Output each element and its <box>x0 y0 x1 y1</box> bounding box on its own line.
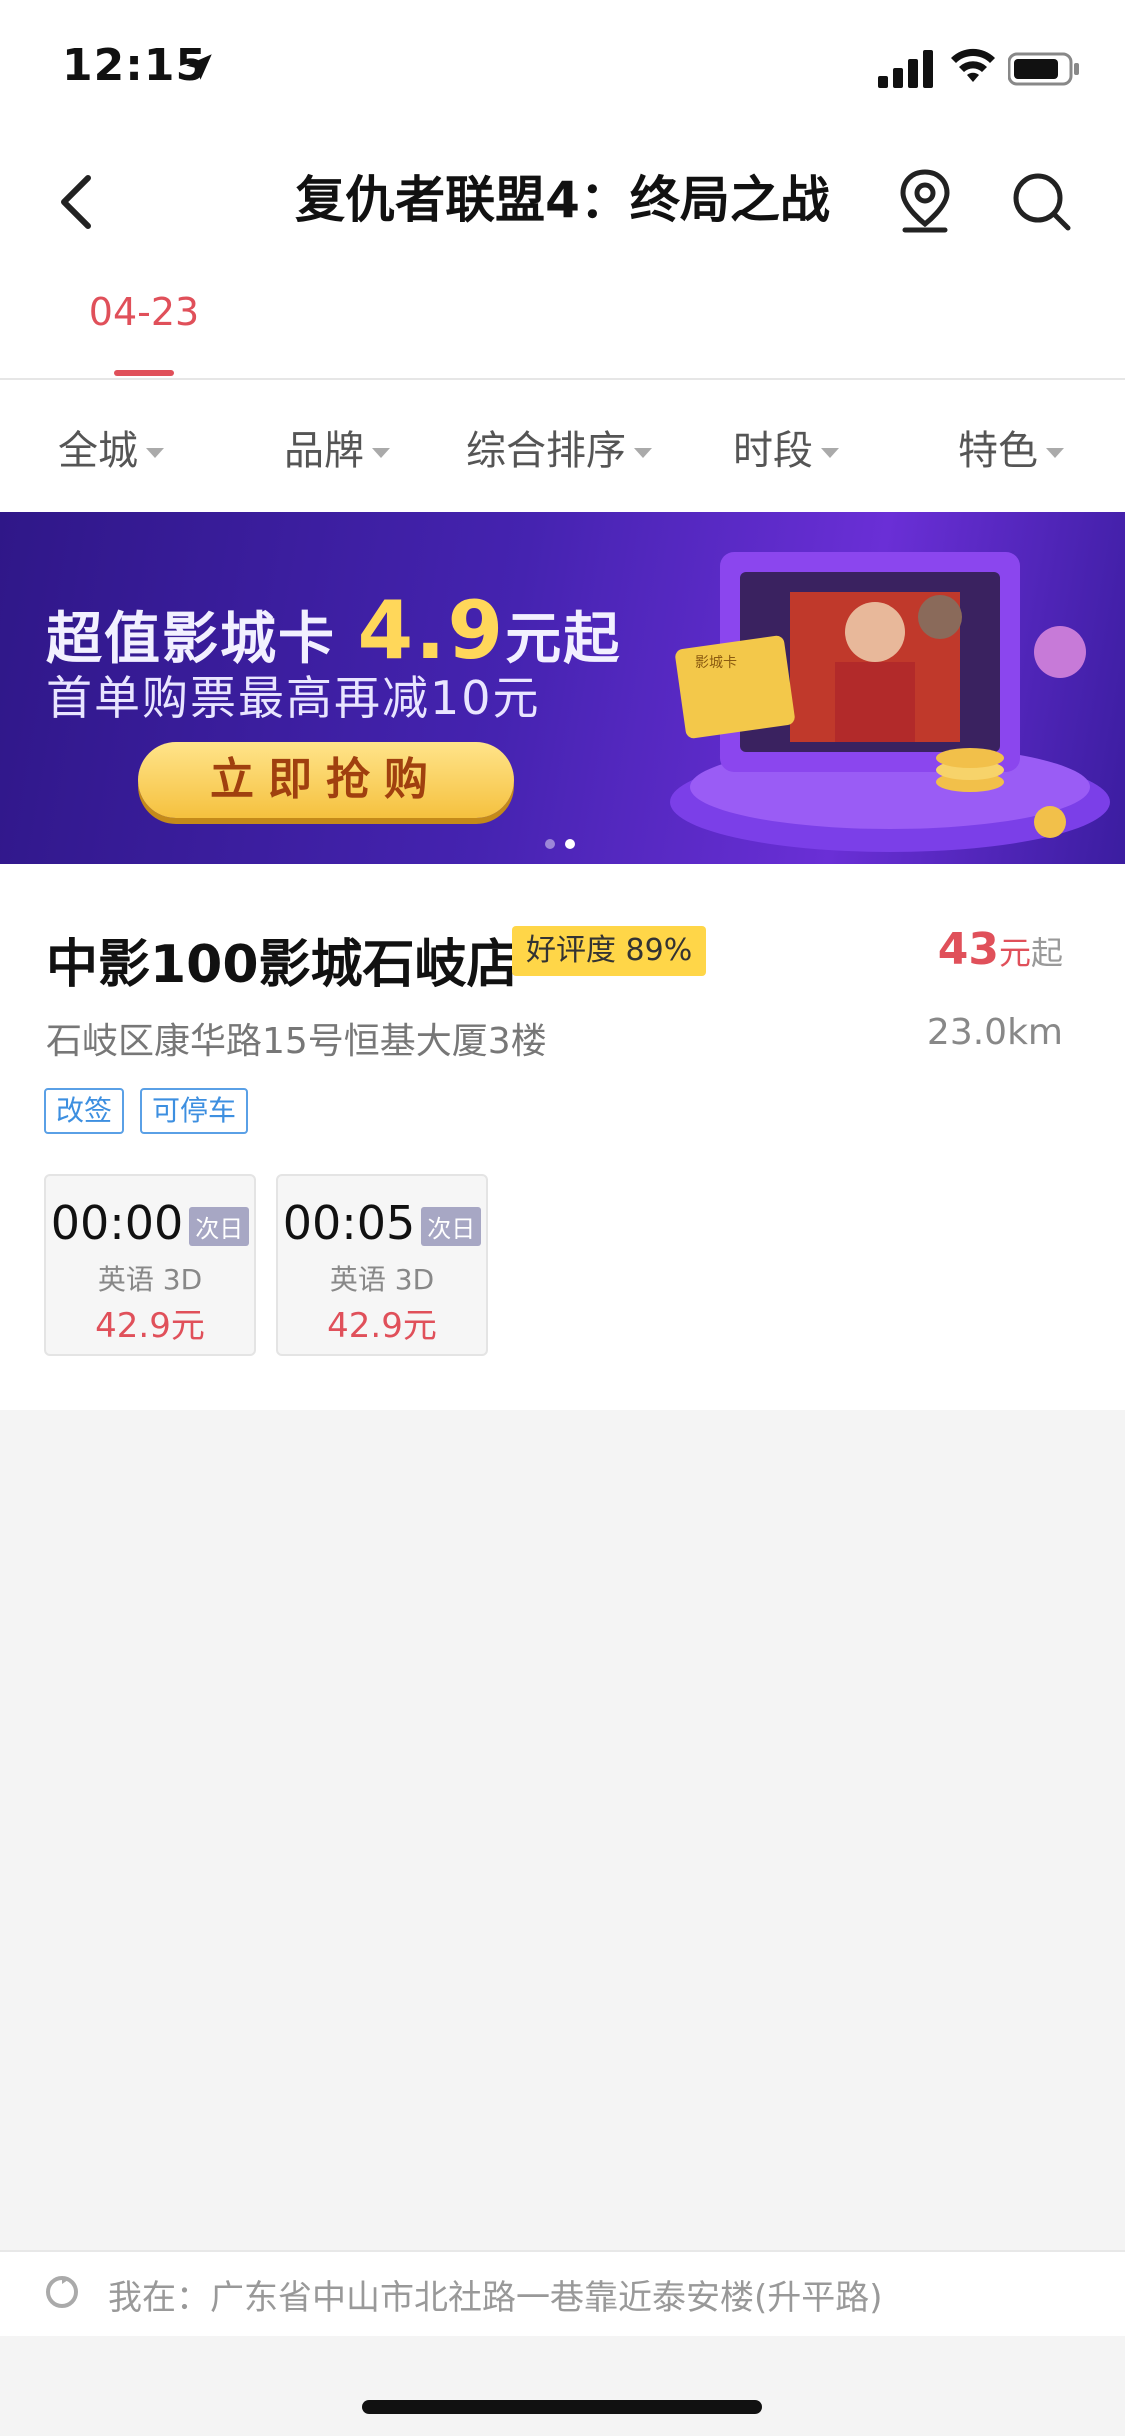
banner-buy-button[interactable]: 立即抢购 <box>138 742 514 818</box>
filter-feature-label: 特色 <box>958 428 1038 474</box>
tab-date[interactable]: 04-23 <box>84 290 204 334</box>
showtime-time-row: 00:00 次日 <box>46 1196 254 1250</box>
cinema-item[interactable]: 中影100影城石岐店 好评度 89% 43元起 石岐区康华路15号恒基大厦3楼 … <box>0 864 1125 1410</box>
cinema-distance: 23.0km <box>926 1012 1063 1053</box>
filter-bar: 全城 品牌 综合排序 时段 特色 <box>0 380 1125 510</box>
rating-badge: 好评度 89% <box>512 926 707 976</box>
filter-city-label: 全城 <box>58 428 138 474</box>
showtime-language: 英语 3D <box>97 1263 203 1296</box>
next-day-badge: 次日 <box>421 1207 482 1246</box>
filter-timeslot[interactable]: 时段 <box>733 418 839 476</box>
showtime-price: 42.9元 <box>327 1306 437 1346</box>
current-location-text: 我在：广东省中山市北社路一巷靠近泰安楼(升平路) <box>108 2278 883 2318</box>
filter-feature[interactable]: 特色 <box>958 418 1064 476</box>
tag-parking: 可停车 <box>140 1088 249 1134</box>
nav-bar: 复仇者联盟4：终局之战 <box>0 150 1125 250</box>
home-indicator[interactable] <box>362 2400 762 2414</box>
filter-brand[interactable]: 品牌 <box>284 418 390 476</box>
search-icon[interactable] <box>1010 170 1074 234</box>
caret-down-icon <box>146 448 164 458</box>
refresh-icon[interactable] <box>42 2272 82 2312</box>
current-location-bar[interactable]: 我在：广东省中山市北社路一巷靠近泰安楼(升平路) <box>0 2250 1125 2336</box>
pager-dot-active <box>565 839 575 849</box>
cinema-address: 石岐区康华路15号恒基大厦3楼 <box>46 1021 547 1062</box>
filter-city[interactable]: 全城 <box>58 418 164 476</box>
wifi-icon <box>951 48 995 82</box>
cinema-name: 中影100影城石岐店 <box>46 935 519 995</box>
showtime-price: 42.9元 <box>95 1306 205 1346</box>
card-label: 影城卡 <box>695 655 737 671</box>
caret-down-icon <box>821 448 839 458</box>
showtime-time: 00:05 <box>282 1196 416 1250</box>
cinema-min-price: 43元起 <box>938 924 1063 975</box>
showtime-card[interactable]: 00:00 次日 英语 3D 42.9元 <box>44 1174 256 1356</box>
next-day-badge: 次日 <box>189 1207 250 1246</box>
showtime-language: 英语 3D <box>329 1263 435 1296</box>
tag-rebook: 改签 <box>44 1088 125 1134</box>
pager-dot <box>545 839 555 849</box>
back-icon[interactable] <box>48 170 108 234</box>
banner-pager <box>545 834 585 853</box>
filter-timeslot-label: 时段 <box>733 428 813 474</box>
map-pin-icon[interactable] <box>895 168 955 234</box>
battery-icon <box>1008 52 1079 86</box>
price-value: 43 <box>937 924 999 975</box>
tab-active-indicator <box>114 370 174 376</box>
filter-sort-label: 综合排序 <box>466 428 626 474</box>
cellular-signal-icon <box>878 50 933 88</box>
filter-brand-label: 品牌 <box>284 428 364 474</box>
cinema-card-illustration: 影城卡 <box>670 552 1110 852</box>
price-unit: 元 <box>998 934 1031 972</box>
promo-banner[interactable]: 超值影城卡 4.9元起 首单购票最高再减10元 立即抢购 影城卡 <box>0 512 1125 864</box>
showtime-time: 00:00 <box>50 1196 184 1250</box>
showtime-time-row: 00:05 次日 <box>278 1196 486 1250</box>
status-bar: 12:15 <box>0 0 1125 135</box>
caret-down-icon <box>372 448 390 458</box>
price-suffix: 起 <box>1030 934 1063 972</box>
filter-sort[interactable]: 综合排序 <box>466 418 652 476</box>
location-arrow-icon <box>186 54 212 80</box>
caret-down-icon <box>1046 448 1064 458</box>
page-title: 复仇者联盟4：终局之战 <box>295 171 830 229</box>
caret-down-icon <box>634 448 652 458</box>
showtime-card[interactable]: 00:05 次日 英语 3D 42.9元 <box>276 1174 488 1356</box>
date-tabs: 04-23 <box>0 290 1125 380</box>
banner-subtitle: 首单购票最高再减10元 <box>46 671 541 725</box>
